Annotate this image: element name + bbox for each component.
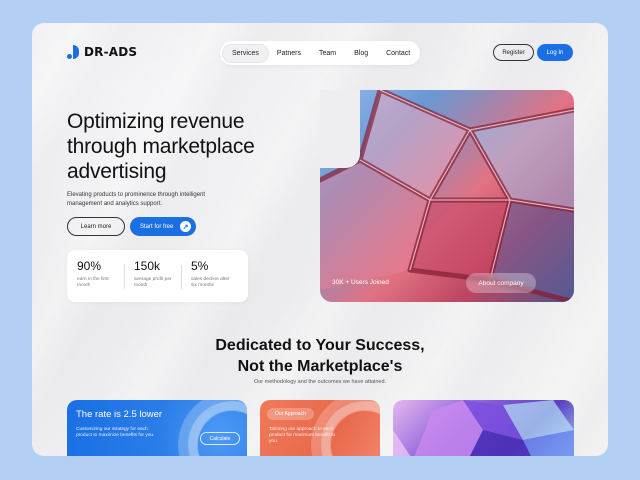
- stat-value: 90%: [77, 259, 102, 273]
- brand-name: DR-ADS: [84, 45, 138, 59]
- about-company-button[interactable]: About company: [466, 273, 536, 293]
- hero-title: Optimizing revenue through marketplace a…: [67, 110, 255, 183]
- stat-item: 5% sales decline after six months: [181, 259, 238, 293]
- arrow-up-right-icon: ↗: [180, 221, 191, 232]
- section-title-line2: Not the Marketplace's: [237, 358, 403, 375]
- start-button-label: Start for free: [140, 223, 174, 230]
- nav-item-partners[interactable]: Patners: [268, 45, 310, 62]
- stat-item: 90% earn in the first month: [77, 259, 124, 293]
- register-button[interactable]: Register: [493, 44, 534, 61]
- section-subtitle: Our methodology and the outcomes we have…: [253, 379, 387, 385]
- nav-item-blog[interactable]: Blog: [345, 45, 377, 62]
- nav-item-contact[interactable]: Contact: [377, 45, 419, 62]
- stat-label: sales decline after six months: [191, 277, 230, 288]
- stat-value: 150k: [134, 259, 161, 273]
- logo-mark-icon: [67, 45, 79, 59]
- nav-item-services[interactable]: Services: [223, 44, 268, 62]
- approach-chip: Our Approach: [267, 408, 314, 420]
- stat-label: earn in the first month: [77, 277, 109, 288]
- stat-value: 5%: [191, 259, 209, 273]
- rate-card-text: Customizing our strategy for each produc…: [76, 427, 155, 438]
- rate-card: The rate is 2.5 lower Customizing our st…: [67, 400, 247, 456]
- hero-image: 30K + Users Joined About company: [320, 90, 574, 302]
- users-joined-caption: 30K + Users Joined: [332, 279, 389, 286]
- start-for-free-button[interactable]: Start for free ↗: [130, 217, 196, 236]
- stat-item: 150k average profit per month: [124, 259, 181, 293]
- section-title: Dedicated to Your Success, Not the Marke…: [32, 335, 608, 377]
- nav-item-team[interactable]: Team: [310, 45, 345, 62]
- approach-card: Our Approach Tailoring our approach to e…: [260, 400, 380, 456]
- brand-logo[interactable]: DR-ADS: [67, 45, 137, 59]
- login-button[interactable]: Log In: [537, 44, 573, 61]
- stats-panel: 90% earn in the first month 150k average…: [67, 250, 248, 302]
- main-nav: Services Patners Team Blog Contact: [220, 41, 420, 65]
- approach-card-text: Tailoring our approach to each product f…: [269, 427, 336, 444]
- stat-label: average profit per month: [134, 277, 172, 288]
- abstract-crystal-graphic: [393, 400, 574, 456]
- hero-subtitle: Elevating products to prominence through…: [67, 192, 206, 207]
- image-cutout: [320, 90, 360, 168]
- learn-more-button[interactable]: Learn more: [67, 217, 125, 236]
- section-title-line1: Dedicated to Your Success,: [215, 337, 425, 354]
- rate-card-title: The rate is 2.5 lower: [76, 409, 163, 420]
- page-frame: DR-ADS Services Patners Team Blog Contac…: [32, 23, 608, 456]
- calculate-button[interactable]: Calculate: [200, 432, 240, 445]
- abstract-image-card: [393, 400, 574, 456]
